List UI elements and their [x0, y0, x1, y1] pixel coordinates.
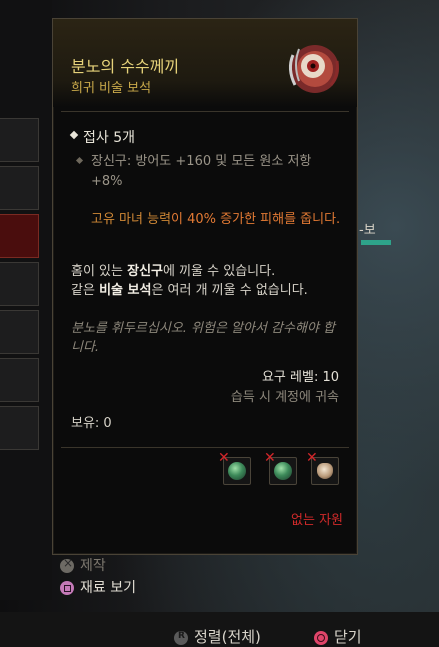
- green-gem-icon: [274, 462, 292, 480]
- desc-keyword: 장신구: [127, 264, 163, 279]
- background-accent-bar: [361, 240, 391, 245]
- required-level: 요구 레벨: 10: [261, 370, 339, 385]
- cross-button-icon: [60, 556, 74, 573]
- craft-label: 제작: [80, 558, 106, 574]
- left-slot-selected[interactable]: [0, 214, 39, 258]
- owned-count: 보유: 0: [71, 416, 112, 431]
- missing-x-icon: ✕: [264, 450, 276, 466]
- desc-text: 홈이 있는: [71, 264, 128, 279]
- sort-label: 정렬(전체): [194, 628, 261, 646]
- affix-diamond-icon: [69, 130, 79, 140]
- close-label: 닫기: [334, 628, 362, 646]
- item-tooltip: 분노의 수수께끼 희귀 비술 보석 접사 5개 장신구: 방어도 +160 및 …: [52, 18, 358, 555]
- legendary-highlight: 이 40% 증가한 피해를 줍니다.: [171, 212, 341, 227]
- left-slot[interactable]: [0, 166, 39, 210]
- item-rarity: 희귀 비술 보석: [71, 81, 152, 96]
- bone-trophy-icon: [317, 463, 333, 479]
- affix-line: 장신구: 방어도 +160 및 모든 원소 저항 +8%: [91, 154, 312, 189]
- circle-button-icon: [314, 630, 328, 645]
- material-slot[interactable]: ✕: [306, 450, 339, 485]
- desc-text: 같은: [71, 283, 100, 298]
- view-materials-label: 재료 보기: [80, 580, 136, 596]
- divider: [61, 111, 349, 112]
- missing-resources: 없는 자원: [291, 513, 343, 528]
- material-slot[interactable]: ✕: [264, 450, 297, 485]
- desc-keyword: 비술 보석: [99, 283, 152, 298]
- desc-text: 은 여러 개 끼울 수 없습니다.: [151, 283, 308, 298]
- green-gem-icon: [228, 462, 246, 480]
- missing-x-icon: ✕: [218, 450, 230, 466]
- square-button-icon: [60, 581, 74, 595]
- left-slot[interactable]: [0, 262, 39, 306]
- material-slot[interactable]: ✕: [218, 450, 251, 485]
- left-slot[interactable]: [0, 118, 39, 162]
- legendary-power: 고유 마녀 능력이 40% 증가한 피해를 줍니다.: [91, 209, 346, 231]
- legendary-prefix: 고유 마녀 능력: [91, 212, 172, 227]
- affix-bullet-icon: [75, 156, 84, 165]
- desc-text: 에 끼울 수 있습니다.: [163, 264, 276, 279]
- r-stick-icon: [174, 630, 188, 645]
- left-slot[interactable]: [0, 358, 39, 402]
- background-label: -보: [359, 223, 376, 238]
- view-materials-prompt[interactable]: 재료 보기: [60, 577, 136, 597]
- left-slot[interactable]: [0, 406, 39, 450]
- left-slot[interactable]: [0, 310, 39, 354]
- account-bound-text: 습득 시 계정에 귀속: [230, 390, 339, 405]
- sort-prompt[interactable]: 정렬(전체): [174, 626, 261, 647]
- affix-title: 접사 5개: [83, 130, 135, 146]
- close-prompt[interactable]: 닫기: [314, 626, 362, 647]
- item-description: 홈이 있는 장신구에 끼울 수 있습니다. 같은 비술 보석은 여러 개 끼울 …: [71, 262, 341, 300]
- left-panel: [0, 0, 52, 600]
- craft-prompt[interactable]: 제작: [60, 555, 106, 575]
- gem-eye-icon: [288, 45, 339, 93]
- divider: [61, 447, 349, 448]
- item-name: 분노의 수수께끼: [71, 57, 180, 76]
- missing-x-icon: ✕: [306, 450, 318, 466]
- flavor-text: 분노를 휘두르십시오. 위험은 알아서 감수해야 합니다.: [71, 321, 335, 355]
